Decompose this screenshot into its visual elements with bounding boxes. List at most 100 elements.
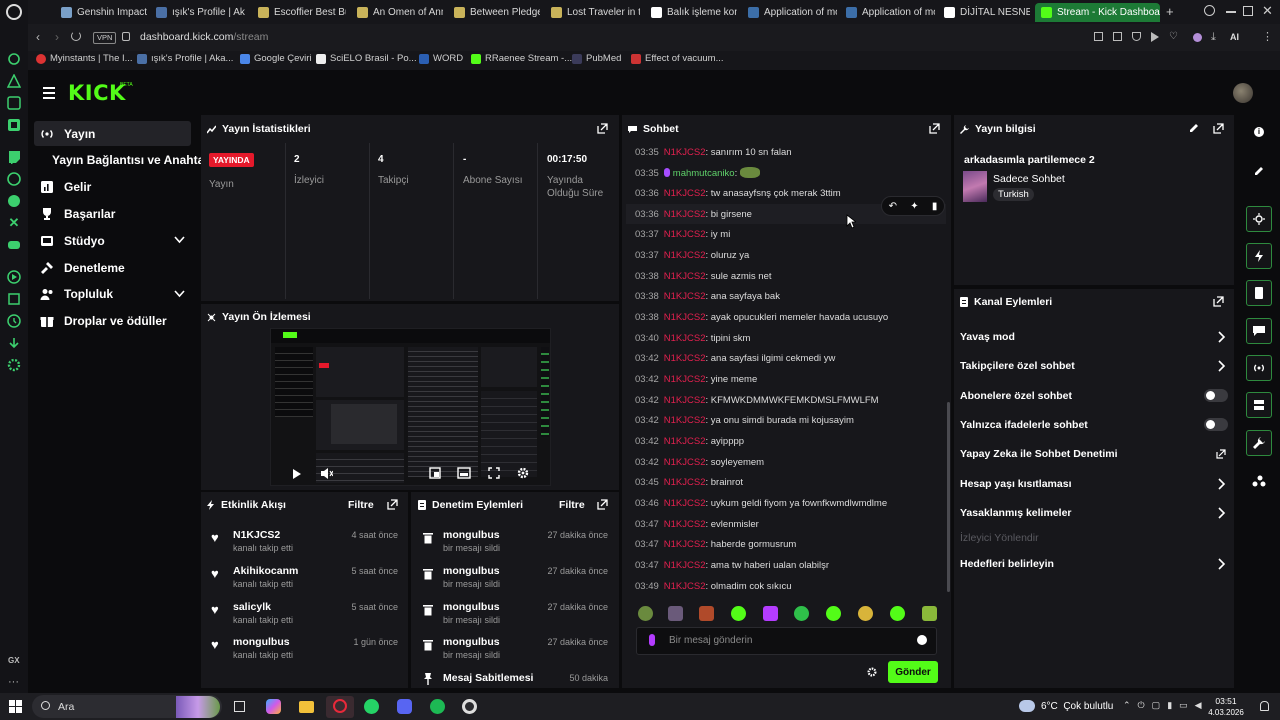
downloads-icon[interactable] xyxy=(7,336,21,350)
chat-message[interactable]: 03:47 N1KJCS2: haberde gormusrum xyxy=(635,539,796,550)
chat-message[interactable]: 03:38 N1KJCS2: sule azmis net xyxy=(635,271,772,282)
chevron-right-icon[interactable] xyxy=(1216,478,1226,490)
tab[interactable]: Between Pledge a xyxy=(448,3,540,22)
emote-icon[interactable] xyxy=(731,606,746,621)
chat-username[interactable]: N1KJCS2 xyxy=(664,457,706,468)
whatsapp-taskbar-icon[interactable] xyxy=(364,699,379,714)
chat-scrollbar[interactable] xyxy=(947,402,950,592)
action-followers-only[interactable]: Takipçilere özel sohbet xyxy=(960,360,1075,372)
chat-message[interactable]: 03:38 N1KJCS2: ana sayfaya bak xyxy=(635,291,780,302)
whatsapp-icon[interactable] xyxy=(7,172,21,186)
chat-username[interactable]: N1KJCS2 xyxy=(664,519,706,530)
chat-message[interactable]: 03:47 N1KJCS2: evlenmisler xyxy=(635,519,759,530)
gear-icon[interactable] xyxy=(517,467,529,479)
chevron-right-icon[interactable] xyxy=(1216,360,1226,372)
notification-bell-icon[interactable] xyxy=(1260,701,1269,711)
bookmark[interactable]: ışık's Profile | Aka... xyxy=(137,53,233,64)
bookmark[interactable]: Effect of vacuum... xyxy=(631,53,724,64)
spotify-taskbar-icon[interactable] xyxy=(430,699,445,714)
download-icon[interactable]: ⤓ xyxy=(1211,31,1216,44)
chat-username[interactable]: mahmutcaniko xyxy=(673,168,735,179)
gx-icon[interactable]: GX xyxy=(8,656,20,665)
delete-icon[interactable]: ▮ xyxy=(932,201,938,212)
rail-button-moderation[interactable] xyxy=(1246,280,1272,306)
kick-logo[interactable]: KICK xyxy=(68,81,126,105)
back-icon[interactable]: ‹ xyxy=(36,30,40,44)
news-icon[interactable] xyxy=(7,118,21,132)
vpn-badge[interactable]: VPN xyxy=(93,32,117,44)
capture-icon[interactable] xyxy=(1113,32,1122,41)
tab[interactable]: ışık's Profile | Aka xyxy=(150,3,245,22)
undo-icon[interactable]: ↶ xyxy=(889,201,897,212)
action-account-age[interactable]: Hesap yaşı kısıtlaması xyxy=(960,478,1072,490)
tab[interactable]: Application of mo xyxy=(840,3,935,22)
bookmark[interactable]: SciELO Brasil - Po... xyxy=(316,53,417,64)
category-thumbnail[interactable] xyxy=(963,171,987,202)
chat-message[interactable]: 03:42 N1KJCS2: yine meme xyxy=(635,374,757,385)
display-icon[interactable]: ▢ xyxy=(1152,700,1161,711)
rail-button-preview[interactable] xyxy=(1246,206,1272,232)
nav-item-revenue[interactable]: Gelir xyxy=(40,175,91,199)
hamburger-icon[interactable] xyxy=(43,87,55,99)
play-icon[interactable] xyxy=(292,468,302,480)
subscribers-only-toggle[interactable] xyxy=(1204,389,1228,402)
chat-message[interactable]: 03:42 N1KJCS2: KFMWKDMMWKFEMKDMSLFMWLFM xyxy=(635,395,879,406)
theater-icon[interactable] xyxy=(457,467,471,479)
external-link-icon[interactable] xyxy=(1216,449,1226,459)
history-icon[interactable] xyxy=(7,314,21,328)
chevron-right-icon[interactable] xyxy=(1216,331,1226,343)
avatar[interactable] xyxy=(1233,83,1253,103)
bookmark[interactable]: Google Çeviri xyxy=(240,53,312,64)
moderation-user[interactable]: mongulbus xyxy=(443,529,500,541)
snapshot-icon[interactable] xyxy=(1094,32,1103,41)
chat-message[interactable]: 03:42 N1KJCS2: ya onu simdi burada mi koj… xyxy=(635,415,854,426)
moderation-filter-button[interactable]: Filtre xyxy=(559,499,585,511)
chat-message[interactable]: 03:42 N1KJCS2: ayipppp xyxy=(635,436,744,447)
action-set-goals[interactable]: Hedefleri belirleyin xyxy=(960,558,1054,570)
chat-message[interactable]: 03:47 N1KJCS2: ama tw haberi ualan olabil… xyxy=(635,560,829,571)
chat-message[interactable]: 03:36 N1KJCS2: tw anasayfsnş çok merak 3t… xyxy=(635,188,841,199)
emote-icon[interactable] xyxy=(638,606,653,621)
tab[interactable]: Balık işleme konta xyxy=(645,3,737,22)
nav-item-stream-key[interactable]: Yayın Bağlantısı ve Anahtarı xyxy=(52,148,212,172)
weather-text[interactable]: 6°C Çok bulutlu xyxy=(1041,701,1113,712)
messenger-icon[interactable] xyxy=(7,194,21,208)
popout-icon[interactable] xyxy=(1213,296,1224,307)
action-ai-moderation[interactable]: Yapay Zeka ile Sohbet Denetimi xyxy=(960,448,1118,460)
emote-icon[interactable] xyxy=(826,606,841,621)
action-banned-words[interactable]: Yasaklanmış kelimeler xyxy=(960,507,1072,519)
info-icon[interactable]: i xyxy=(1254,127,1264,137)
chat-message[interactable]: 03:37 N1KJCS2: iy mi xyxy=(635,229,730,240)
more-widgets-icon[interactable] xyxy=(1252,475,1266,487)
tab[interactable]: Escoffier Best Buil xyxy=(252,3,346,22)
chat-message[interactable]: 03:38 N1KJCS2: ayak opucukleri memeler ha… xyxy=(635,312,888,323)
moderation-user[interactable]: Mesaj Sabitlemesi xyxy=(443,672,533,684)
ai-button[interactable]: AI xyxy=(1230,32,1239,42)
speed-dial-icon[interactable] xyxy=(7,52,21,66)
copilot-icon[interactable] xyxy=(266,699,281,714)
activity-user[interactable]: N1KJCS2 xyxy=(233,529,280,541)
chat-message[interactable]: 03:42 N1KJCS2: soyleyemem xyxy=(635,457,764,468)
activity-user[interactable]: mongulbus xyxy=(233,636,290,648)
chat-username[interactable]: N1KJCS2 xyxy=(664,291,706,302)
pencil-icon[interactable] xyxy=(1254,166,1264,176)
bookmark[interactable]: Myinstants | The I... xyxy=(36,53,133,64)
tab[interactable]: Genshin Impact Int xyxy=(55,3,147,22)
chat-message[interactable]: 03:35 mahmutcaniko: xyxy=(635,167,761,179)
chat-username[interactable]: N1KJCS2 xyxy=(664,147,706,158)
category-name[interactable]: Sadece Sohbet xyxy=(993,173,1065,185)
popout-icon[interactable] xyxy=(929,123,940,134)
forward-icon[interactable]: › xyxy=(55,30,59,44)
windows-start-icon[interactable] xyxy=(9,700,22,713)
clock-time[interactable]: 03:51 xyxy=(1211,696,1241,706)
rail-button-chat[interactable] xyxy=(1246,318,1272,344)
tab-active[interactable]: Stream - Kick Dashboard xyxy=(1035,3,1160,22)
workspace-icon[interactable] xyxy=(7,96,21,110)
chat-message[interactable]: 03:37 N1KJCS2: oluruz ya xyxy=(635,250,749,261)
emote-icon[interactable] xyxy=(668,606,683,621)
popout-icon[interactable] xyxy=(597,123,608,134)
chat-username[interactable]: N1KJCS2 xyxy=(664,436,706,447)
chat-message[interactable]: 03:36 N1KJCS2: bi girsene xyxy=(635,209,752,220)
action-emote-only[interactable]: Yalnızca ifadelerle sohbet xyxy=(960,419,1088,431)
stream-preview-video[interactable] xyxy=(270,328,551,486)
